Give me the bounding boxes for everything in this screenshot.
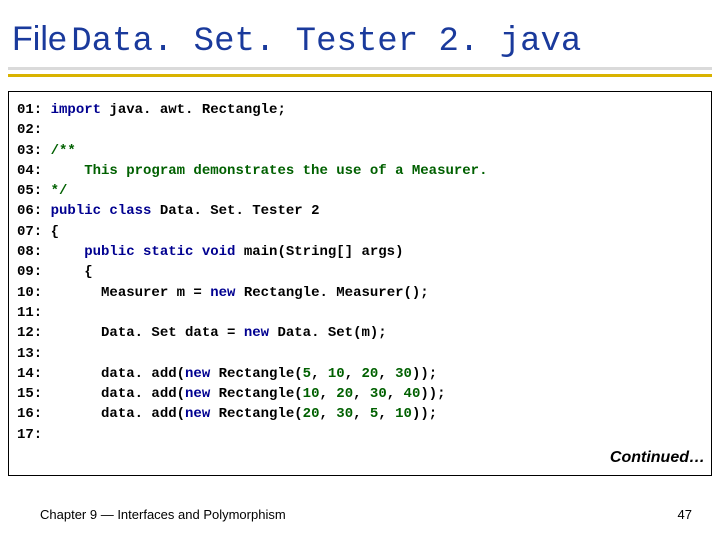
code-token: 20 bbox=[336, 386, 353, 402]
slide-footer: Chapter 9 — Interfaces and Polymorphism … bbox=[0, 507, 720, 522]
code-line: 12: Data. Set data = new Data. Set(m); bbox=[17, 323, 703, 343]
code-token: Measurer m = bbox=[51, 285, 211, 301]
code-token: Rectangle( bbox=[210, 406, 302, 422]
line-number: 16: bbox=[17, 406, 51, 422]
code-line: 03: /** bbox=[17, 141, 703, 161]
code-token: import bbox=[51, 102, 101, 118]
code-token: , bbox=[387, 386, 404, 402]
footer-chapter: Chapter 9 — Interfaces and Polymorphism bbox=[40, 507, 286, 522]
title-filename: Data. Set. Tester 2. java bbox=[71, 23, 581, 61]
code-token: new bbox=[244, 325, 269, 341]
code-token: 10 bbox=[328, 366, 345, 382]
code-line: 02: bbox=[17, 120, 703, 140]
code-token: */ bbox=[51, 183, 68, 199]
code-token: )); bbox=[420, 386, 445, 402]
code-token: new bbox=[185, 386, 210, 402]
line-number: 13: bbox=[17, 346, 51, 362]
code-token: 10 bbox=[303, 386, 320, 402]
code-token: Rectangle( bbox=[210, 366, 302, 382]
line-number: 02: bbox=[17, 122, 51, 138]
code-token: public class bbox=[51, 203, 152, 219]
line-number: 06: bbox=[17, 203, 51, 219]
code-token: , bbox=[311, 366, 328, 382]
code-line: 14: data. add(new Rectangle(5, 10, 20, 3… bbox=[17, 364, 703, 384]
continued-label: Continued… bbox=[610, 446, 705, 469]
code-line: 06: public class Data. Set. Tester 2 bbox=[17, 201, 703, 221]
code-token: java. awt. Rectangle; bbox=[101, 102, 286, 118]
code-token: data. add( bbox=[51, 406, 185, 422]
code-line: 16: data. add(new Rectangle(20, 30, 5, 1… bbox=[17, 404, 703, 424]
code-token bbox=[51, 244, 85, 260]
code-token: new bbox=[185, 366, 210, 382]
line-number: 07: bbox=[17, 224, 51, 240]
code-line: 08: public static void main(String[] arg… bbox=[17, 242, 703, 262]
code-token: new bbox=[185, 406, 210, 422]
code-line: 01: import java. awt. Rectangle; bbox=[17, 100, 703, 120]
code-line: 17: bbox=[17, 425, 703, 445]
code-token: 30 bbox=[395, 366, 412, 382]
line-number: 08: bbox=[17, 244, 51, 260]
line-number: 09: bbox=[17, 264, 51, 280]
code-token: 30 bbox=[336, 406, 353, 422]
code-token: , bbox=[319, 386, 336, 402]
code-token: 20 bbox=[362, 366, 379, 382]
code-token: new bbox=[210, 285, 235, 301]
code-line: 07: { bbox=[17, 222, 703, 242]
code-token: Rectangle( bbox=[210, 386, 302, 402]
line-number: 12: bbox=[17, 325, 51, 341]
title-rule-top bbox=[8, 67, 712, 70]
line-number: 04: bbox=[17, 163, 51, 179]
code-token: { bbox=[51, 224, 59, 240]
line-number: 11: bbox=[17, 305, 51, 321]
code-token: , bbox=[353, 406, 370, 422]
footer-page-number: 47 bbox=[678, 507, 692, 522]
code-token: Data. Set(m); bbox=[269, 325, 387, 341]
line-number: 03: bbox=[17, 143, 51, 159]
code-line: 10: Measurer m = new Rectangle. Measurer… bbox=[17, 283, 703, 303]
title-prefix: File bbox=[12, 20, 67, 58]
code-token: This program demonstrates the use of a M… bbox=[51, 163, 488, 179]
code-token: )); bbox=[412, 406, 437, 422]
line-number: 14: bbox=[17, 366, 51, 382]
code-token: { bbox=[51, 264, 93, 280]
slide-title: File Data. Set. Tester 2. java bbox=[0, 0, 720, 67]
title-rule-accent bbox=[8, 74, 712, 77]
code-token: 20 bbox=[303, 406, 320, 422]
code-token: , bbox=[345, 366, 362, 382]
code-line: 09: { bbox=[17, 262, 703, 282]
code-line: 05: */ bbox=[17, 181, 703, 201]
line-number: 05: bbox=[17, 183, 51, 199]
code-token: 5 bbox=[303, 366, 311, 382]
code-token: , bbox=[353, 386, 370, 402]
code-token: Data. Set. Tester 2 bbox=[151, 203, 319, 219]
code-token: , bbox=[319, 406, 336, 422]
code-token: /** bbox=[51, 143, 76, 159]
code-line: 13: bbox=[17, 344, 703, 364]
code-token: public static void bbox=[84, 244, 235, 260]
code-token: 10 bbox=[395, 406, 412, 422]
line-number: 15: bbox=[17, 386, 51, 402]
code-line: 15: data. add(new Rectangle(10, 20, 30, … bbox=[17, 384, 703, 404]
code-line: 11: bbox=[17, 303, 703, 323]
line-number: 17: bbox=[17, 427, 51, 443]
code-token: Rectangle. Measurer(); bbox=[235, 285, 428, 301]
line-number: 01: bbox=[17, 102, 51, 118]
code-token: main(String[] args) bbox=[235, 244, 403, 260]
code-token: data. add( bbox=[51, 386, 185, 402]
line-number: 10: bbox=[17, 285, 51, 301]
code-token: , bbox=[378, 406, 395, 422]
code-token: data. add( bbox=[51, 366, 185, 382]
code-token: 40 bbox=[404, 386, 421, 402]
code-token: 30 bbox=[370, 386, 387, 402]
code-listing: 01: import java. awt. Rectangle; 02: 03: … bbox=[8, 91, 712, 476]
code-token: , bbox=[378, 366, 395, 382]
code-token: )); bbox=[412, 366, 437, 382]
code-line: 04: This program demonstrates the use of… bbox=[17, 161, 703, 181]
code-token: Data. Set data = bbox=[51, 325, 244, 341]
